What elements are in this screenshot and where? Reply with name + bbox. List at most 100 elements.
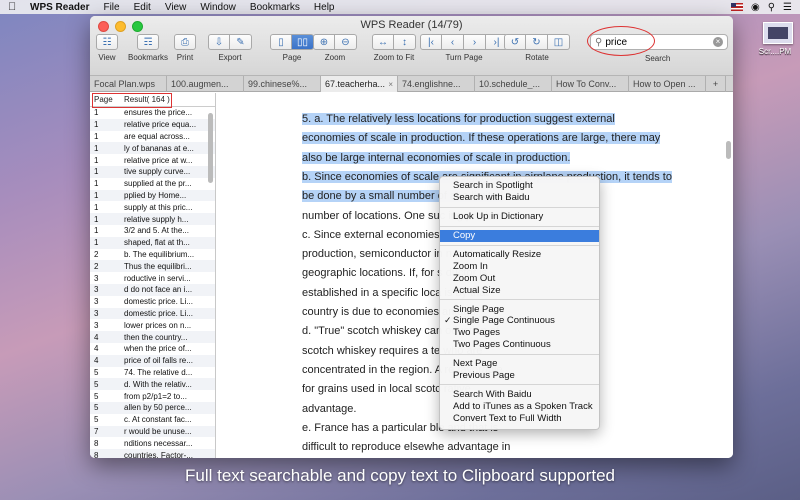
result-row[interactable]: 3 d do not face an i... — [90, 283, 215, 296]
notification-list-icon[interactable]: ☰ — [783, 2, 792, 13]
menu-item-label: Zoom In — [453, 260, 488, 272]
desktop-screenshot-file[interactable]: Scr....PM — [759, 22, 796, 56]
single-page-button[interactable]: ▯ — [270, 34, 292, 50]
result-row[interactable]: 1 shaped, flat at th... — [90, 236, 215, 249]
result-row[interactable]: 5 c. At constant fac... — [90, 414, 215, 426]
menu-edit[interactable]: Edit — [134, 2, 151, 13]
clear-search-icon[interactable]: × — [713, 37, 723, 47]
rotate-page-button[interactable]: ◫ — [548, 34, 570, 50]
tab-document-0[interactable]: Focal Plan.wps — [90, 76, 167, 92]
result-row[interactable]: 4 when the price of... — [90, 343, 215, 355]
result-row[interactable]: 1 tive supply curve... — [90, 165, 215, 178]
menu-item-add-to-itunes-as-a-spoken-track[interactable]: Add to iTunes as a Spoken Track — [440, 400, 599, 412]
result-row[interactable]: 1 relative supply h... — [90, 213, 215, 225]
zoom-in-button[interactable]: ⊕ — [313, 34, 335, 50]
document-scrollbar[interactable] — [726, 141, 731, 159]
print-button[interactable]: ⎙ — [174, 34, 196, 50]
fit-height-button[interactable]: ↕ — [394, 34, 416, 50]
fit-width-button[interactable]: ↔ — [372, 34, 394, 50]
results-scrollbar[interactable] — [208, 113, 213, 183]
menu-app-name[interactable]: WPS Reader — [30, 2, 89, 13]
result-row[interactable]: 3 domestic price. Li... — [90, 307, 215, 320]
result-page-number: 2 — [94, 261, 99, 271]
menu-item-two-pages-continuous[interactable]: Two Pages Continuous — [440, 339, 599, 351]
result-row[interactable]: 5 74. The relative d... — [90, 367, 215, 379]
menu-bookmarks[interactable]: Bookmarks — [250, 2, 300, 13]
tab-document-3-active[interactable]: 67.teacherha... × — [321, 76, 398, 92]
tab-document-2[interactable]: 99.chinese%... — [244, 76, 321, 92]
result-row[interactable]: 1 ensures the price... — [90, 107, 215, 119]
next-page-button[interactable]: › — [464, 34, 486, 50]
tab-document-6[interactable]: How To Conv... — [552, 76, 629, 92]
rotate-left-button[interactable]: ↺ — [504, 34, 526, 50]
add-tab-button[interactable]: + — [706, 76, 726, 92]
bookmarks-button[interactable]: ☶ — [137, 34, 159, 50]
result-snippet: Thus the equilibri... — [124, 261, 192, 271]
result-row[interactable]: 3 roductive in servi... — [90, 272, 215, 284]
input-source-flag-icon[interactable] — [730, 3, 743, 11]
tab-document-4[interactable]: 74.englishne... — [398, 76, 475, 92]
spotlight-search-icon[interactable]: ⚲ — [768, 2, 775, 13]
tab-document-1[interactable]: 100.augmen... — [167, 76, 244, 92]
rotate-left-icon: ↺ — [510, 36, 520, 48]
first-page-button[interactable]: |‹ — [420, 34, 442, 50]
result-row[interactable]: 1 ly of bananas at e... — [90, 142, 215, 155]
result-row[interactable]: 1 supply at this pric... — [90, 201, 215, 213]
menu-item-search-with-baidu[interactable]: Search with Baidu — [440, 192, 599, 204]
result-row[interactable]: 4 then the country... — [90, 331, 215, 343]
tab-label: How To Conv... — [556, 79, 617, 89]
two-page-button[interactable]: ▯▯ — [292, 34, 314, 50]
result-row[interactable]: 1 relative price equa... — [90, 118, 215, 131]
result-row[interactable]: 4 price of oil falls re... — [90, 354, 215, 367]
result-row[interactable]: 1 3/2 and 5. At the... — [90, 225, 215, 237]
apple-menu-icon[interactable]:  — [8, 1, 22, 13]
result-row[interactable]: 1 pplied by Home... — [90, 189, 215, 202]
menu-item-search-with-baidu[interactable]: Search With Baidu — [440, 388, 599, 400]
menu-help[interactable]: Help — [314, 2, 335, 13]
result-row[interactable]: 2 b. The equilibrium... — [90, 249, 215, 261]
export-edit-button[interactable]: ✎ — [230, 34, 252, 50]
menu-view[interactable]: View — [165, 2, 187, 13]
menu-item-look-up-in-dictionary[interactable]: Look Up in Dictionary — [440, 211, 599, 223]
menu-item-convert-text-to-full-width[interactable]: Convert Text to Full Width — [440, 412, 599, 424]
result-row[interactable]: 3 domestic price. Li... — [90, 296, 215, 308]
menu-item-label: Next Page — [453, 358, 498, 370]
result-row[interactable]: 5 from p2/p1=2 to... — [90, 390, 215, 402]
result-row[interactable]: 3 lower prices on n... — [90, 319, 215, 331]
result-row[interactable]: 1 supplied at the pr... — [90, 178, 215, 190]
result-row[interactable]: 5 allen by 50 perce... — [90, 401, 215, 414]
menu-item-two-pages[interactable]: Two Pages — [440, 327, 599, 339]
zoom-out-button[interactable]: ⊖ — [335, 34, 357, 50]
result-row[interactable]: 5 d. With the relativ... — [90, 378, 215, 391]
result-row[interactable]: 2 Thus the equilibri... — [90, 260, 215, 273]
tab-label: 74.englishne... — [402, 79, 461, 89]
menu-window[interactable]: Window — [200, 2, 236, 13]
menu-item-copy[interactable]: Copy — [440, 229, 599, 242]
menu-item-single-page-continuous[interactable]: ✓ Single Page Continuous — [440, 315, 599, 327]
menu-item-automatically-resize[interactable]: Automatically Resize — [440, 249, 599, 261]
result-row[interactable]: 1 relative price at w... — [90, 154, 215, 166]
rotate-right-button[interactable]: ↻ — [526, 34, 548, 50]
result-row[interactable]: 8 nditions necessar... — [90, 437, 215, 449]
wifi-icon[interactable]: ◉ — [751, 2, 760, 13]
menu-item-next-page[interactable]: Next Page — [440, 358, 599, 370]
tab-document-7[interactable]: How to Open ... — [629, 76, 706, 92]
menu-item-search-in-spotlight[interactable]: Search in Spotlight — [440, 180, 599, 192]
close-tab-icon[interactable]: × — [388, 80, 393, 89]
result-snippet: are equal across... — [124, 131, 190, 141]
export-download-button[interactable]: ⇩ — [208, 34, 230, 50]
tab-document-5[interactable]: 10.schedule_... — [475, 76, 552, 92]
menu-file[interactable]: File — [103, 2, 119, 13]
menu-item-previous-page[interactable]: Previous Page — [440, 370, 599, 382]
result-row[interactable]: 1 are equal across... — [90, 131, 215, 143]
view-button[interactable]: ☷ — [96, 34, 118, 50]
menu-item-zoom-out[interactable]: Zoom Out — [440, 272, 599, 284]
menu-item-label: Convert Text to Full Width — [453, 412, 562, 424]
menu-item-actual-size[interactable]: Actual Size — [440, 284, 599, 296]
result-row[interactable]: 8 countries. Factor-... — [90, 449, 215, 458]
menu-item-single-page[interactable]: Single Page — [440, 303, 599, 315]
result-row[interactable]: 7 r would be unuse... — [90, 425, 215, 438]
menu-item-zoom-in[interactable]: Zoom In — [440, 260, 599, 272]
menu-item-label: Single Page Continuous — [453, 315, 555, 327]
previous-page-button[interactable]: ‹ — [442, 34, 464, 50]
